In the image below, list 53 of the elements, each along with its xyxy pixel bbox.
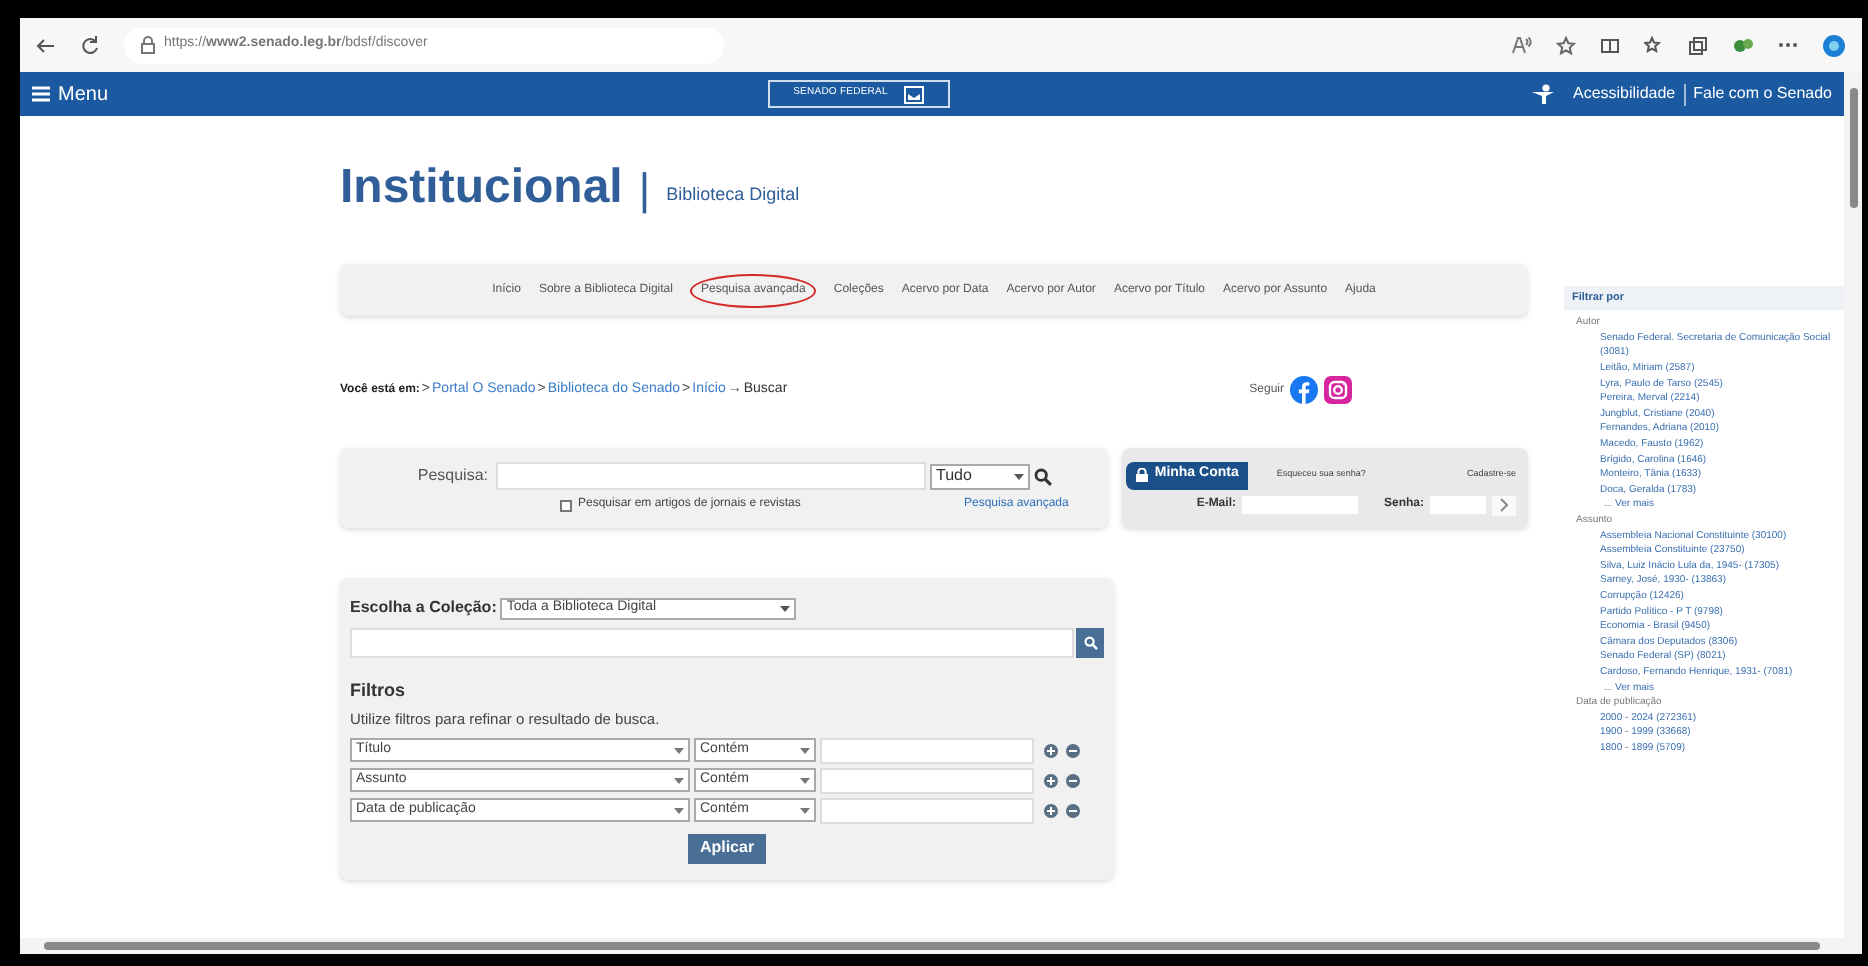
instagram-icon[interactable] <box>1324 376 1352 404</box>
accessibility-icon[interactable] <box>1528 83 1557 105</box>
caret-icon <box>674 807 684 814</box>
login-button[interactable] <box>1492 495 1516 515</box>
filter-value-field[interactable] <box>820 797 1034 824</box>
minus-circle-icon[interactable] <box>1066 743 1080 758</box>
minus-circle-icon[interactable] <box>1066 773 1080 788</box>
minus-circle-icon[interactable] <box>1066 803 1080 818</box>
caret-icon <box>800 747 810 754</box>
back-icon[interactable] <box>36 35 56 55</box>
split-screen-icon[interactable] <box>1600 35 1620 55</box>
header-link[interactable]: Fale com o Senado <box>1693 82 1832 106</box>
star-icon[interactable] <box>1556 35 1576 55</box>
plus-circle-icon[interactable] <box>1044 743 1058 758</box>
collection-search-field[interactable] <box>350 628 1074 658</box>
plus-circle-icon[interactable] <box>1044 803 1058 818</box>
favorites-icon[interactable] <box>1644 35 1664 55</box>
extension-icon[interactable] <box>1732 35 1754 55</box>
header-link[interactable]: Acessibilidade <box>1572 82 1676 106</box>
chevron-right-icon <box>1500 498 1508 512</box>
search-button[interactable] <box>1076 628 1104 658</box>
scope-dropdown[interactable]: Tudo <box>930 463 1030 489</box>
lock-icon <box>140 36 156 54</box>
menu-icon <box>32 86 50 102</box>
search-icon <box>1083 636 1097 650</box>
collection-label: Escolha a Coleção: <box>350 596 497 620</box>
caret-icon <box>1014 473 1024 479</box>
checkbox[interactable] <box>560 499 572 511</box>
caret-icon <box>800 807 810 814</box>
apply-button[interactable]: Aplicar <box>687 833 767 864</box>
collections-icon[interactable] <box>1688 35 1708 55</box>
page-title: Institucional <box>340 164 623 212</box>
lock-icon <box>1136 468 1149 482</box>
facebook-icon[interactable] <box>1290 376 1318 404</box>
search-icon[interactable] <box>1034 467 1052 485</box>
more-icon[interactable] <box>1778 42 1798 48</box>
search-label: Pesquisa: <box>415 464 490 488</box>
caret-icon <box>780 605 791 611</box>
copilot-icon[interactable] <box>1822 33 1846 57</box>
plus-circle-icon[interactable] <box>1044 773 1058 788</box>
refresh-icon[interactable] <box>80 35 100 55</box>
menu-button[interactable]: Menu <box>32 79 109 109</box>
filters-heading: Filtros <box>350 678 408 704</box>
search-field[interactable] <box>496 462 926 490</box>
caret-icon <box>674 777 684 784</box>
filter-value-field[interactable] <box>820 767 1034 794</box>
building-icon <box>903 85 924 103</box>
caret-icon <box>674 747 684 754</box>
filter-value-field[interactable] <box>820 737 1034 764</box>
title-separator: | <box>638 168 651 212</box>
caret-icon <box>800 777 810 784</box>
page-subtitle: Biblioteca Digital <box>666 181 800 208</box>
read-aloud-icon[interactable] <box>1512 36 1532 54</box>
